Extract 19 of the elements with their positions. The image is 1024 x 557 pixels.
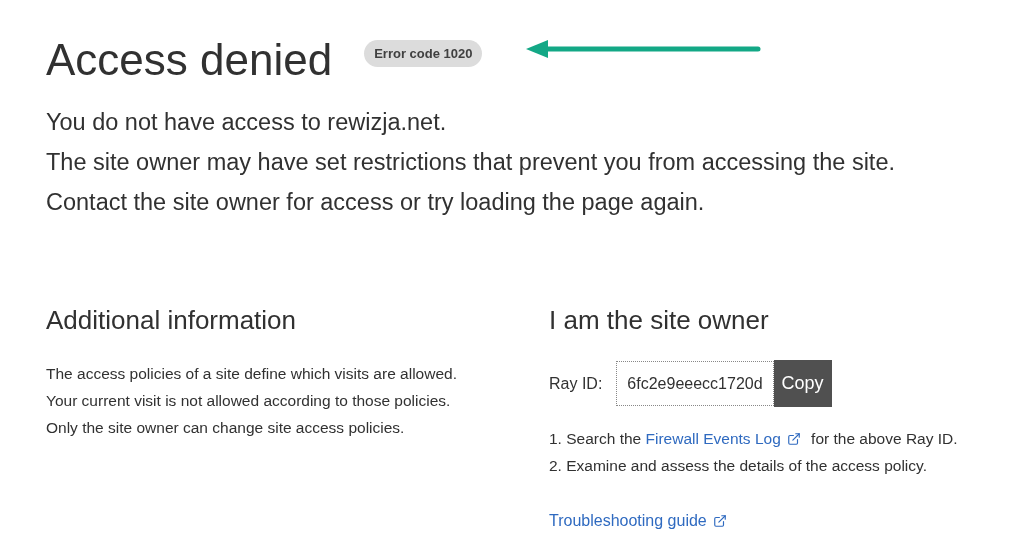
external-link-icon	[786, 431, 801, 446]
firewall-log-link[interactable]: Firewall Events Log	[645, 425, 801, 452]
ray-id-field[interactable]: 6fc2e9eeecc1720d	[616, 361, 774, 406]
message-text: Contact the site owner for access or try loading the page again.	[46, 188, 706, 217]
troubleshooting-link[interactable]: Troubleshooting guide	[549, 512, 727, 530]
external-link-icon	[712, 514, 727, 528]
copy-button[interactable]: Copy	[773, 360, 832, 407]
message-text: The site owner may have set restrictions that prevent you from accessing the site.	[46, 148, 896, 177]
section-heading: I am the site owner	[549, 304, 770, 337]
ray-id-label: Ray ID:	[549, 374, 603, 393]
info-text: Only the site owner can change site access policies.	[46, 418, 406, 438]
page-title: Access denied	[46, 34, 333, 86]
info-text: The access policies of a site define which visits are allowed.	[46, 364, 458, 384]
step-text: 1. Search the Firewall Events Log for the above Ray ID.	[549, 425, 1024, 452]
info-text: Your current visit is not allowed according to those policies.	[46, 391, 452, 411]
message-text: You do not have access to rewizja.net.	[46, 108, 448, 137]
section-heading: Additional information	[46, 304, 298, 337]
error-code-badge: Error code 1020	[364, 39, 483, 67]
step-text: 2. Examine and assess the details of the access policy.	[549, 456, 928, 476]
